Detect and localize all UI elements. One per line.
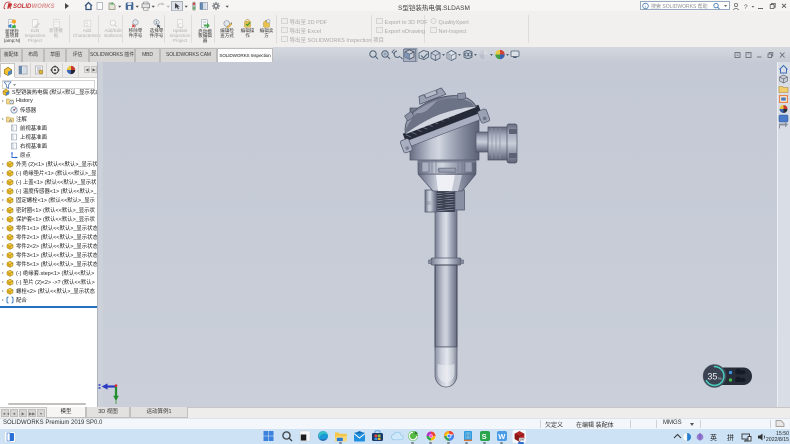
svg-text:W: W [498, 432, 506, 441]
svg-text:S: S [482, 432, 487, 441]
svg-text:35: 35 [707, 371, 717, 381]
svg-text:SOLID: SOLID [13, 4, 32, 10]
svg-text:SW: SW [519, 438, 524, 442]
svg-text:英: 英 [710, 433, 717, 442]
svg-text:i: i [645, 4, 646, 9]
svg-text:?: ? [744, 4, 748, 11]
svg-text:WORKS: WORKS [32, 4, 55, 10]
svg-text:搜索 SOLIDWORKS 帮助: 搜索 SOLIDWORKS 帮助 [651, 3, 708, 10]
svg-text:A: A [9, 118, 12, 123]
svg-text:%: % [718, 376, 722, 381]
svg-text:拼: 拼 [727, 433, 734, 442]
